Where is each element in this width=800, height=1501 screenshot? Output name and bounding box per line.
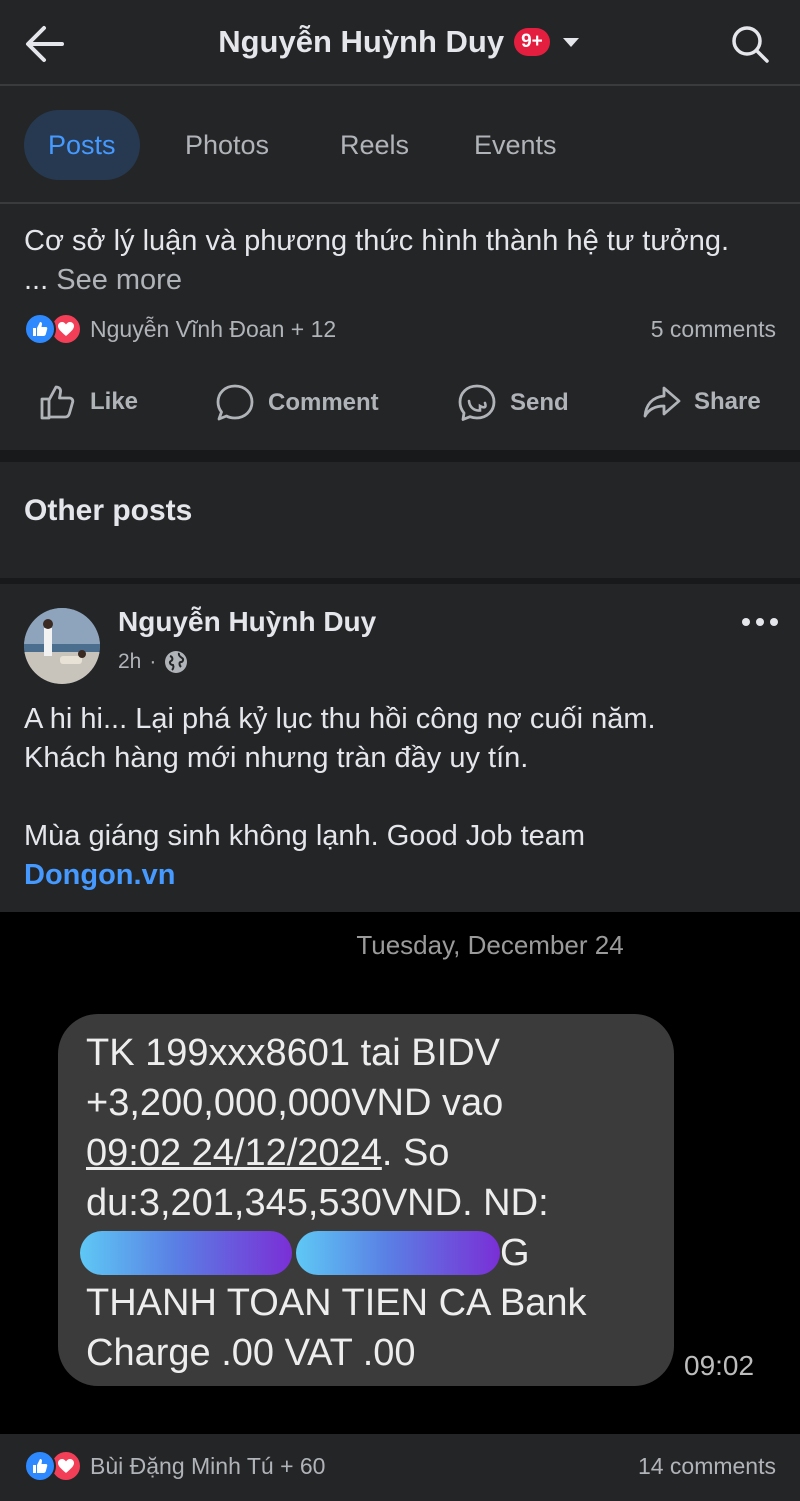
redacted-row: G xyxy=(80,1228,654,1278)
search-button[interactable] xyxy=(728,22,772,66)
section-divider-2 xyxy=(0,578,800,584)
sms-line-6: THANH TOAN TIEN CA Bank xyxy=(86,1282,587,1324)
sms-datetime: 09:02 24/12/2024 xyxy=(86,1132,382,1174)
meta-separator: · xyxy=(149,650,157,673)
sms-time: 09:02 xyxy=(684,1350,755,1381)
share-button[interactable]: Share xyxy=(642,382,761,422)
post-link[interactable]: Dongon.vn xyxy=(24,856,784,895)
sms-line-4: du:3,201,345,530VND. ND: xyxy=(86,1182,549,1224)
ellipsis: ... xyxy=(24,264,57,296)
comment-icon xyxy=(216,384,254,421)
post-excerpt: Cơ sở lý luận và phương thức hình thành … xyxy=(24,222,784,300)
sms-line-7: Charge .00 VAT .00 xyxy=(86,1332,416,1374)
reactions-summary: Nguyễn Vĩnh Đoan + 12 5 comments xyxy=(24,311,776,347)
like-reaction-icon xyxy=(24,313,56,345)
post-line-1: A hi hi... Lại phá kỷ lục thu hồi công n… xyxy=(24,703,656,735)
comments-count[interactable]: 5 comments xyxy=(651,316,776,343)
send-label: Send xyxy=(510,389,569,416)
like-icon xyxy=(40,385,75,420)
page-title-area[interactable]: Nguyễn Huỳnh Duy 9+ xyxy=(0,24,800,60)
sms-line-3-rest: . So xyxy=(381,1132,450,1174)
top-bar: Nguyễn Huỳnh Duy 9+ xyxy=(0,0,800,86)
redaction-bar-2 xyxy=(296,1231,500,1275)
reactions-button[interactable]: Nguyễn Vĩnh Đoan + 12 xyxy=(24,313,336,345)
post-line-2: Khách hàng mới nhưng tràn đầy uy tín. xyxy=(24,742,529,774)
like-reaction-icon xyxy=(24,1450,56,1482)
sms-line-2: +3,200,000,000VND vao xyxy=(86,1082,504,1124)
post-meta: 2h · xyxy=(118,650,188,674)
chevron-down-icon[interactable] xyxy=(560,31,582,53)
tab-reels[interactable]: Reels xyxy=(316,110,433,180)
post-text: Cơ sở lý luận và phương thức hình thành … xyxy=(24,225,730,257)
reactions-button-2[interactable]: Bùi Đặng Minh Tú + 60 xyxy=(24,1450,325,1482)
post-author[interactable]: Nguyễn Huỳnh Duy xyxy=(118,606,376,638)
sms-redacted-tail: G xyxy=(500,1232,530,1274)
search-icon xyxy=(732,26,769,63)
reactions-summary-2: Bùi Đặng Minh Tú + 60 14 comments xyxy=(24,1448,776,1484)
comment-button[interactable]: Comment xyxy=(214,382,379,424)
like-button[interactable]: Like xyxy=(38,382,138,422)
comment-label: Comment xyxy=(268,389,379,416)
tab-events[interactable]: Events xyxy=(450,110,581,180)
sms-line-1: TK 199xxx8601 tai BIDV xyxy=(86,1032,500,1074)
post-time[interactable]: 2h xyxy=(118,650,141,674)
post-actions: Like Comment Send Share xyxy=(0,370,800,440)
more-icon xyxy=(742,618,778,626)
post-line-3: Mùa giáng sinh không lạnh. Good Job team xyxy=(24,820,586,852)
post-body: A hi hi... Lại phá kỷ lục thu hồi công n… xyxy=(24,700,784,895)
send-button[interactable]: Send xyxy=(456,382,569,424)
see-more-link[interactable]: See more xyxy=(56,264,182,296)
post-image[interactable]: Tuesday, December 24 TK 199xxx8601 tai B… xyxy=(0,912,800,1434)
page-title: Nguyễn Huỳnh Duy xyxy=(218,24,505,59)
section-title: Other posts xyxy=(24,494,193,527)
reaction-names: Nguyễn Vĩnh Đoan + 12 xyxy=(90,315,337,342)
reaction-names-2: Bùi Đặng Minh Tú + 60 xyxy=(90,1452,326,1479)
more-options-button[interactable] xyxy=(740,612,780,632)
section-divider xyxy=(0,450,800,462)
tab-posts[interactable]: Posts xyxy=(24,110,140,180)
notification-badge: 9+ xyxy=(514,28,550,56)
profile-tabs: Posts Photos Reels Events xyxy=(0,88,800,204)
redaction-bar-1 xyxy=(80,1231,292,1275)
tab-photos[interactable]: Photos xyxy=(161,110,293,180)
share-icon xyxy=(643,386,681,418)
share-label: Share xyxy=(694,388,761,415)
sms-date: Tuesday, December 24 xyxy=(356,930,624,960)
globe-icon xyxy=(165,651,188,673)
sms-bubble: TK 199xxx8601 tai BIDV +3,200,000,000VND… xyxy=(58,1014,674,1386)
avatar[interactable] xyxy=(24,608,100,684)
messenger-icon xyxy=(458,384,496,421)
comments-count-2[interactable]: 14 comments xyxy=(638,1453,776,1480)
like-label: Like xyxy=(90,388,139,415)
